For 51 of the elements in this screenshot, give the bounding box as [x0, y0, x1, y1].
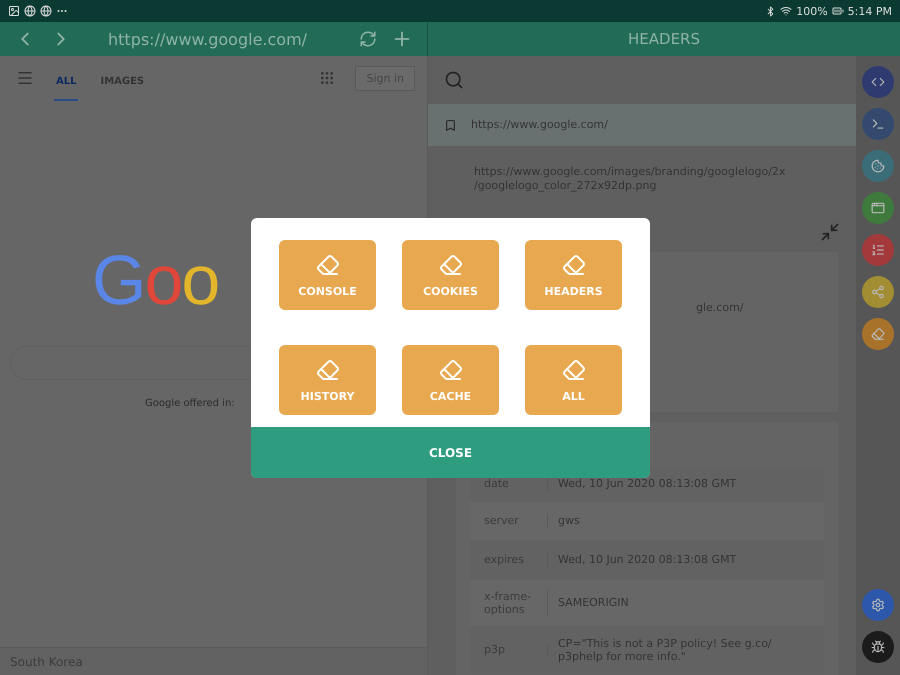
settings-button[interactable]	[862, 589, 894, 621]
bug-button[interactable]	[862, 631, 894, 663]
search-tab[interactable]: ALL	[54, 64, 78, 100]
terminal-icon	[871, 117, 885, 131]
window-button[interactable]	[862, 192, 894, 224]
panel-title: HEADERS	[628, 30, 700, 48]
eraser-icon	[562, 252, 586, 276]
eraser-icon	[438, 358, 462, 382]
menu-icon[interactable]	[16, 69, 34, 87]
eraser-icon	[871, 327, 885, 341]
clear-button[interactable]: COOKIES	[402, 240, 499, 310]
apps-icon[interactable]	[319, 70, 336, 86]
share-icon	[871, 285, 885, 299]
clear-button[interactable]: CONSOLE	[279, 240, 376, 310]
globe-icon	[24, 5, 36, 17]
eraser-icon	[562, 358, 586, 382]
globe-icon	[40, 5, 52, 17]
eraser-icon	[438, 252, 462, 276]
share-button[interactable]	[862, 276, 894, 308]
terminal-button[interactable]	[862, 108, 894, 140]
page-url: https://www.google.com/	[471, 118, 608, 132]
list-icon	[871, 243, 885, 257]
clear-button[interactable]: ALL	[525, 345, 622, 415]
eraser-icon	[316, 358, 340, 382]
clear-button[interactable]: HISTORY	[279, 345, 376, 415]
eraser-button[interactable]	[862, 318, 894, 350]
logo: Goo	[92, 240, 218, 320]
bluetooth-icon	[765, 6, 776, 16]
address-field[interactable]: https://www.google.com/	[86, 30, 345, 48]
bug-icon	[871, 640, 885, 654]
collapse-icon[interactable]	[820, 222, 840, 242]
cookie-icon	[871, 159, 885, 173]
eraser-icon	[316, 252, 340, 276]
code-button[interactable]	[862, 66, 894, 98]
page-url-row[interactable]: https://www.google.com/	[428, 104, 856, 146]
clear-button[interactable]: HEADERS	[525, 240, 622, 310]
code-icon	[871, 75, 885, 89]
list-button[interactable]	[862, 234, 894, 266]
battery-percent: 100%	[796, 4, 828, 18]
clock: 5:14 PM	[848, 4, 892, 18]
window-icon	[871, 201, 885, 215]
clear-button[interactable]: CACHE	[402, 345, 499, 415]
refresh-icon[interactable]	[359, 30, 377, 48]
bookmark-icon	[444, 118, 457, 132]
cookie-button[interactable]	[862, 150, 894, 182]
language-note: Google offered in:	[145, 398, 236, 409]
search-icon[interactable]	[444, 70, 464, 90]
settings-icon	[871, 598, 885, 612]
close-button[interactable]: CLOSE	[251, 427, 650, 478]
battery-icon	[832, 5, 844, 17]
gallery-icon	[8, 5, 20, 17]
